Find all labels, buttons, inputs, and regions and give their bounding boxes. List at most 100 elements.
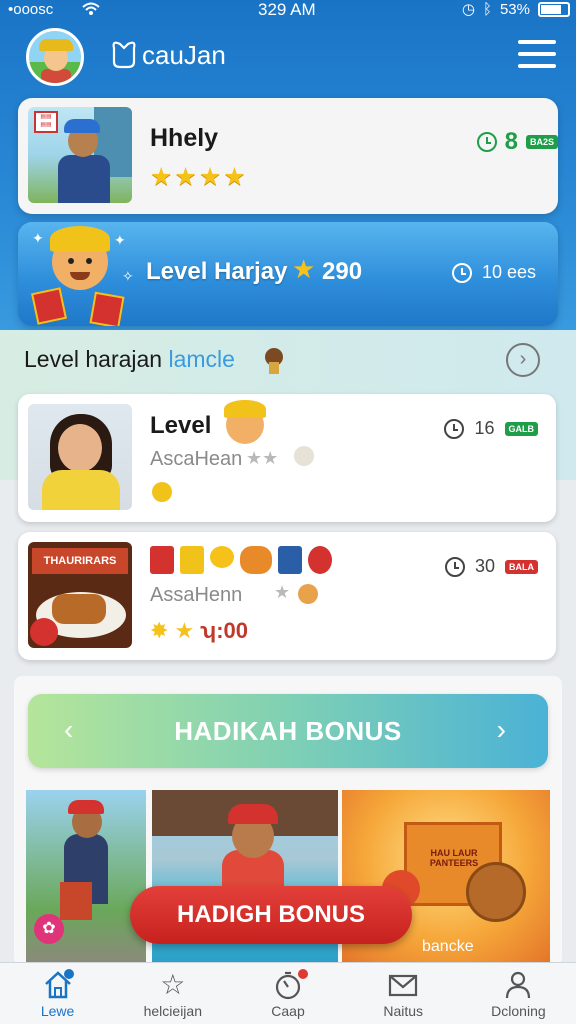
clock-icon xyxy=(444,556,465,577)
mascot-small-icon xyxy=(152,482,172,502)
nav-item-messages[interactable]: Naitus xyxy=(346,963,461,1024)
card-stat: 16 GALB xyxy=(444,418,538,439)
character-icon xyxy=(262,344,288,374)
user-avatar[interactable] xyxy=(26,28,84,86)
profile-name: Hhely xyxy=(150,124,219,152)
nav-label: Dcloning xyxy=(491,1003,546,1019)
mascot-small-icon xyxy=(308,546,332,574)
profile-stat: 8 BA2S xyxy=(476,128,558,156)
nav-item-profile[interactable]: Dcloning xyxy=(461,963,576,1024)
mascot-eye xyxy=(86,258,92,264)
section-title: Level harajan lamcle xyxy=(24,346,235,373)
card-subtitle: AscaHean xyxy=(150,448,243,470)
brand-name: cauJan xyxy=(142,40,226,70)
reward-value: ʮ:00 xyxy=(200,618,249,643)
mascot-eye xyxy=(68,258,74,264)
hamburger-menu-button[interactable] xyxy=(518,40,556,70)
star-icon: ☆ xyxy=(160,969,186,1000)
clock-icon xyxy=(476,132,497,152)
tile-cookie xyxy=(466,862,526,922)
reward-card[interactable]: THAURIRARS AssaHenn ★ ✸ ★ ʮ:00 30 BALA xyxy=(18,532,556,660)
card-photo: THAURIRARS xyxy=(28,542,132,648)
user-icon xyxy=(461,969,576,1001)
tile-person-cap xyxy=(68,800,104,814)
photo-shirt xyxy=(42,470,120,510)
profile-stat-value: 8 xyxy=(504,128,518,155)
sparkle-icon: ✦ xyxy=(114,232,126,248)
stopwatch-icon xyxy=(230,969,345,1001)
alarm-icon: ◷ xyxy=(461,1,475,18)
nav-item-home[interactable]: Lewe xyxy=(0,963,115,1024)
chevron-right-icon[interactable]: › xyxy=(506,343,540,377)
star-icon: ★ xyxy=(274,582,291,602)
menu-line xyxy=(518,64,556,68)
status-time: 329 AM xyxy=(258,0,316,19)
tile-label: bancke xyxy=(422,938,474,955)
sparkle-icon: ✦ xyxy=(32,230,44,246)
mail-icon xyxy=(346,969,461,1001)
goodie-icon xyxy=(180,546,204,574)
goodies-row xyxy=(150,546,332,574)
mascot-icon xyxy=(224,400,266,444)
battery-icon xyxy=(538,1,570,17)
photo-body xyxy=(58,155,110,203)
status-bar: •ooosc 329 AM ◷ ᛒ 53% xyxy=(0,0,576,22)
nav-item-favorites[interactable]: ☆ helcieijan xyxy=(115,963,230,1024)
gift-box-icon xyxy=(31,287,67,325)
profile-photo: ▤▤ ▤▤ xyxy=(28,107,132,203)
character-body xyxy=(269,362,279,374)
goodie-icon xyxy=(278,546,302,574)
profile-rating: ★ ★ ★ ★ xyxy=(150,162,246,192)
star-icon: ★ xyxy=(174,163,197,191)
bonus-claim-button[interactable]: HADIGH BONUS xyxy=(130,886,412,944)
card-subtitle: AssaHenn xyxy=(150,584,243,606)
photo-cap xyxy=(64,119,100,133)
nav-label: Lewe xyxy=(40,1003,75,1019)
status-badge: BALA xyxy=(505,559,538,574)
section-title-main: Level harajan xyxy=(24,346,163,372)
avatar-shirt xyxy=(41,69,71,83)
wifi-icon xyxy=(82,0,100,16)
level-score: 290 xyxy=(322,258,363,285)
star-icon: ★ xyxy=(262,448,279,468)
carrier-label: •ooosc xyxy=(8,1,54,18)
bonus-carousel-header[interactable]: ‹ HADIKAH BONUS › xyxy=(28,694,548,768)
goodie-icon xyxy=(150,546,174,574)
snack-icon xyxy=(240,546,272,574)
bonus-tile[interactable]: ✿ xyxy=(26,790,146,962)
level-banner[interactable]: ✦ ✦ ✧ Level Harjay ★ 290 10 ees xyxy=(18,222,558,326)
food-sign: THAURIRARS xyxy=(32,548,128,574)
food-meat xyxy=(52,594,106,624)
photo-face xyxy=(58,424,102,472)
card-photo xyxy=(28,404,132,510)
coin-icon xyxy=(210,546,234,568)
status-right: ◷ ᛒ 53% xyxy=(462,0,570,18)
menu-line xyxy=(518,40,556,44)
card-stat: 30 BALA xyxy=(444,556,538,577)
nav-label: helcieijan xyxy=(143,1003,202,1019)
chevron-right-icon[interactable]: › xyxy=(497,714,506,746)
profile-card[interactable]: ▤▤ ▤▤ Hhely ★ ★ ★ ★ xyxy=(18,98,558,214)
tile-kid-cap xyxy=(228,804,278,824)
pet-icon xyxy=(294,446,314,466)
logo-icon xyxy=(108,38,140,70)
level-stat-value: 10 ees xyxy=(481,262,536,282)
reward-row: ✸ ★ ʮ:00 xyxy=(150,618,248,644)
star-icon: ★ xyxy=(246,448,263,468)
mascot-icon xyxy=(50,226,110,290)
food-tomato xyxy=(30,618,58,646)
status-badge: BA2S xyxy=(525,135,558,149)
nav-item-timer[interactable]: Caap xyxy=(230,963,345,1024)
tile-bag xyxy=(60,882,92,920)
app-header: •ooosc 329 AM ◷ ᛒ 53% cauJan ▤▤ ▤▤ Hhely… xyxy=(0,0,576,340)
menu-line xyxy=(518,52,556,56)
star-icon: ★ xyxy=(150,163,173,191)
level-stat: 10 ees xyxy=(451,262,536,283)
level-card[interactable]: Level AscaHean ★★ 16 GALB xyxy=(18,394,556,522)
home-icon xyxy=(0,969,115,1001)
notification-dot xyxy=(64,969,74,979)
clock-icon xyxy=(451,262,472,283)
pet-icon xyxy=(298,584,318,604)
share-icon[interactable]: ✿ xyxy=(34,914,64,944)
section-title-accent[interactable]: lamcle xyxy=(169,346,235,372)
